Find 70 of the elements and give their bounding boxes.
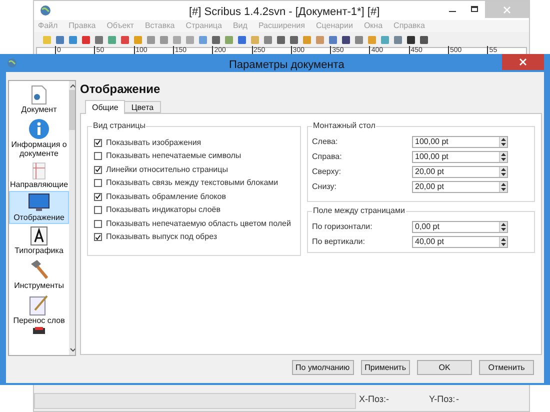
spin-arrows-icon[interactable] (501, 138, 506, 146)
checkbox-label: Показывать связь между текстовыми блоками (106, 177, 278, 190)
field-label: Снизу: (312, 180, 338, 192)
field-label: Слева: (312, 136, 339, 148)
dialog-button[interactable]: Отменить (479, 360, 534, 375)
sidebar-item[interactable]: Инструменты (9, 257, 70, 292)
field-label: По вертикали: (312, 236, 366, 248)
checkbox-label: Линейки относительно страницы (106, 164, 228, 176)
group-title: Поле между страницами (312, 205, 406, 217)
spin-field[interactable]: 20,00 pt (412, 180, 508, 192)
checkbox-label: Показывать индикаторы слоёв (106, 204, 220, 216)
checkbox-label: Показывать выпуск под обрез (106, 231, 218, 244)
group-title: Вид страницы (92, 120, 146, 132)
spin-field[interactable]: 100,00 pt (412, 150, 508, 162)
spin-arrows-icon[interactable] (501, 168, 506, 176)
window-title: [#] Scribus 1.4.2svn - [Документ-1*] [#] (189, 5, 380, 20)
checkbox[interactable] (94, 152, 102, 160)
tab[interactable]: Цвета (125, 101, 161, 113)
y-position-label: Y-Поз: (429, 392, 456, 406)
checkbox-label: Показывать изображения (106, 136, 202, 149)
spin-field[interactable]: 100,00 pt (412, 136, 508, 148)
x-position-value: - (386, 392, 389, 406)
section-heading: Отображение (80, 81, 162, 98)
printer-icon (32, 327, 46, 334)
sidebar-item[interactable]: Документ (9, 83, 70, 116)
checkbox-label: Показывать непечатаемые символы (106, 150, 242, 162)
globe-icon (40, 5, 51, 16)
monitor-icon (28, 193, 50, 213)
scrollbar[interactable] (69, 81, 75, 355)
tab[interactable]: Общие (85, 100, 126, 114)
spin-field[interactable]: 20,00 pt (412, 166, 508, 178)
y-position-value: - (456, 392, 459, 406)
field-label: Справа: (312, 150, 343, 162)
checkbox-label: Показывать обрамление блоков (106, 190, 226, 203)
sidebar-item[interactable]: Направляющие (9, 160, 70, 191)
dialog-button[interactable]: OK (417, 360, 472, 375)
close-icon (519, 58, 527, 66)
dialog-title: Параметры документа (229, 58, 344, 73)
checkbox-label: Показывать непечатаемую область цветом полей (106, 218, 291, 230)
scrollbar-thumb[interactable] (69, 90, 75, 130)
document-icon (31, 85, 48, 105)
quill-page-icon (29, 294, 50, 316)
globe-icon (7, 58, 17, 68)
checkbox[interactable] (94, 192, 102, 201)
dialog-button[interactable]: Применить (360, 360, 410, 375)
close-button[interactable] (502, 54, 544, 70)
checkbox[interactable] (94, 166, 102, 174)
checkbox[interactable] (94, 206, 102, 214)
close-icon (503, 6, 511, 14)
info-icon (28, 118, 50, 140)
field-label: По горизонтали: (312, 220, 374, 232)
spin-arrows-icon[interactable] (501, 152, 506, 160)
dialog-button[interactable]: По умолчанию (292, 360, 354, 375)
x-position-label: X-Поз: (359, 392, 386, 406)
sidebar-item[interactable]: Перенос слов (9, 292, 70, 327)
sidebar-item[interactable]: Отображение (9, 191, 70, 224)
spin-arrows-icon[interactable] (501, 182, 506, 190)
spin-arrows-icon[interactable] (501, 222, 506, 230)
sidebar-item[interactable]: Типографика (9, 224, 70, 257)
sidebar-item[interactable]: Информация о документе (9, 116, 70, 160)
letter-a-icon (30, 226, 48, 246)
checkbox[interactable] (94, 233, 102, 242)
field-label: Сверху: (312, 166, 342, 178)
page-guides-icon (32, 162, 46, 180)
spin-arrows-icon[interactable] (501, 238, 506, 246)
spin-field[interactable]: 40,00 pt (412, 236, 508, 248)
checkbox[interactable] (94, 138, 102, 147)
spin-field[interactable]: 0,00 pt (412, 220, 508, 232)
checkbox[interactable] (94, 179, 102, 188)
checkbox[interactable] (94, 220, 102, 228)
